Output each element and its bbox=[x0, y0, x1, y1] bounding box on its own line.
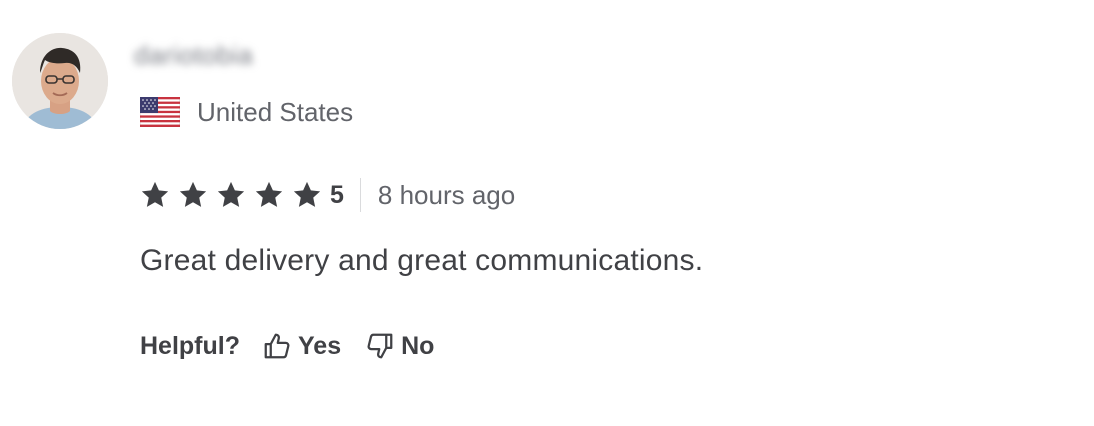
helpful-yes-button[interactable]: Yes bbox=[262, 331, 341, 361]
review-card: dariotobia United States 5 8 hours ago G… bbox=[0, 0, 1094, 426]
review-time: 8 hours ago bbox=[377, 179, 516, 210]
rating-value: 5 bbox=[330, 180, 344, 209]
star-icon bbox=[141, 181, 169, 207]
thumbs-up-icon bbox=[264, 333, 290, 359]
reviewer-username[interactable]: dariotobia bbox=[134, 40, 253, 71]
star-icon bbox=[293, 181, 321, 207]
reviewer-country: United States bbox=[140, 96, 353, 128]
avatar-photo-icon bbox=[12, 33, 108, 129]
helpful-no-label: No bbox=[401, 331, 435, 360]
helpful-no-button[interactable]: No bbox=[365, 331, 434, 361]
rating-row: 5 8 hours ago bbox=[140, 175, 515, 215]
star-icon bbox=[179, 181, 207, 207]
helpful-row: Helpful? Yes No bbox=[140, 326, 458, 366]
country-name: United States bbox=[197, 96, 354, 127]
thumbs-down-icon bbox=[367, 333, 393, 359]
rating-divider bbox=[359, 178, 361, 212]
reviewer-avatar[interactable] bbox=[12, 33, 108, 129]
us-flag-icon bbox=[140, 97, 180, 127]
star-icon bbox=[217, 181, 245, 207]
helpful-label: Helpful? bbox=[140, 331, 240, 360]
review-text: Great delivery and great communications. bbox=[140, 244, 704, 277]
star-rating bbox=[140, 180, 322, 210]
star-icon bbox=[255, 181, 283, 207]
helpful-yes-label: Yes bbox=[298, 331, 342, 360]
